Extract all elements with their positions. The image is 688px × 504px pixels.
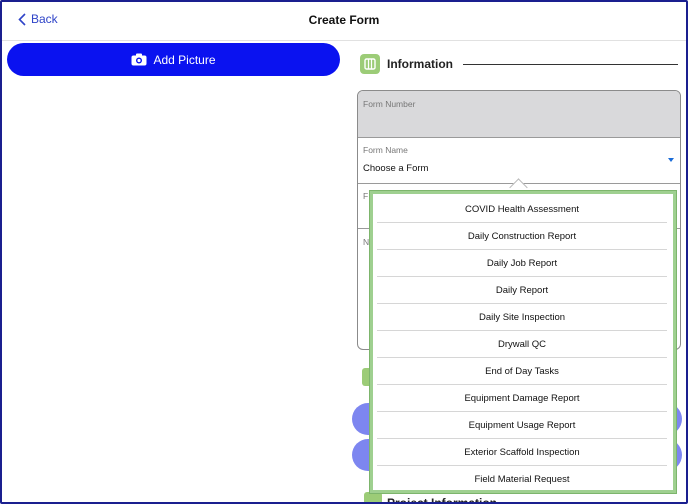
form-option[interactable]: COVID Health Assessment xyxy=(377,196,667,223)
section-divider xyxy=(463,63,678,65)
camera-icon xyxy=(131,53,147,66)
project-info-icon xyxy=(364,492,382,502)
form-picker-popover: COVID Health Assessment Daily Constructi… xyxy=(370,191,676,493)
form-option[interactable]: Daily Construction Report xyxy=(377,223,667,250)
form-option[interactable]: Exterior Scaffold Inspection xyxy=(377,439,667,466)
page-title: Create Form xyxy=(308,13,380,27)
app-window: Back Create Form Add Picture Information… xyxy=(0,0,688,504)
form-name-field[interactable]: Form Name Choose a Form xyxy=(358,138,680,184)
information-section-header: Information xyxy=(360,52,678,76)
add-picture-button[interactable]: Add Picture xyxy=(7,43,340,76)
form-option[interactable]: Equipment Damage Report xyxy=(377,385,667,412)
form-number-field[interactable]: Form Number xyxy=(358,91,680,138)
form-option[interactable]: Drywall QC xyxy=(377,331,667,358)
form-name-value: Choose a Form xyxy=(363,163,429,174)
form-option[interactable]: End of Day Tasks xyxy=(377,358,667,385)
form-option[interactable]: Daily Job Report xyxy=(377,250,667,277)
form-type-label: F xyxy=(363,191,369,201)
form-option[interactable]: Field Material Request xyxy=(377,466,667,490)
form-number-label: Form Number xyxy=(363,99,416,109)
form-name-label: Form Name xyxy=(363,145,408,155)
information-title: Information xyxy=(387,57,453,71)
navigation-bar: Back Create Form xyxy=(2,2,686,41)
project-information-title: Project Information xyxy=(387,496,498,504)
add-picture-label: Add Picture xyxy=(153,52,216,67)
grid-icon xyxy=(360,54,380,74)
form-option[interactable]: Daily Site Inspection xyxy=(377,304,667,331)
form-option[interactable]: Equipment Usage Report xyxy=(377,412,667,439)
form-option[interactable]: Daily Report xyxy=(377,277,667,304)
notes-label: N xyxy=(363,237,370,247)
caret-down-icon xyxy=(668,158,674,162)
